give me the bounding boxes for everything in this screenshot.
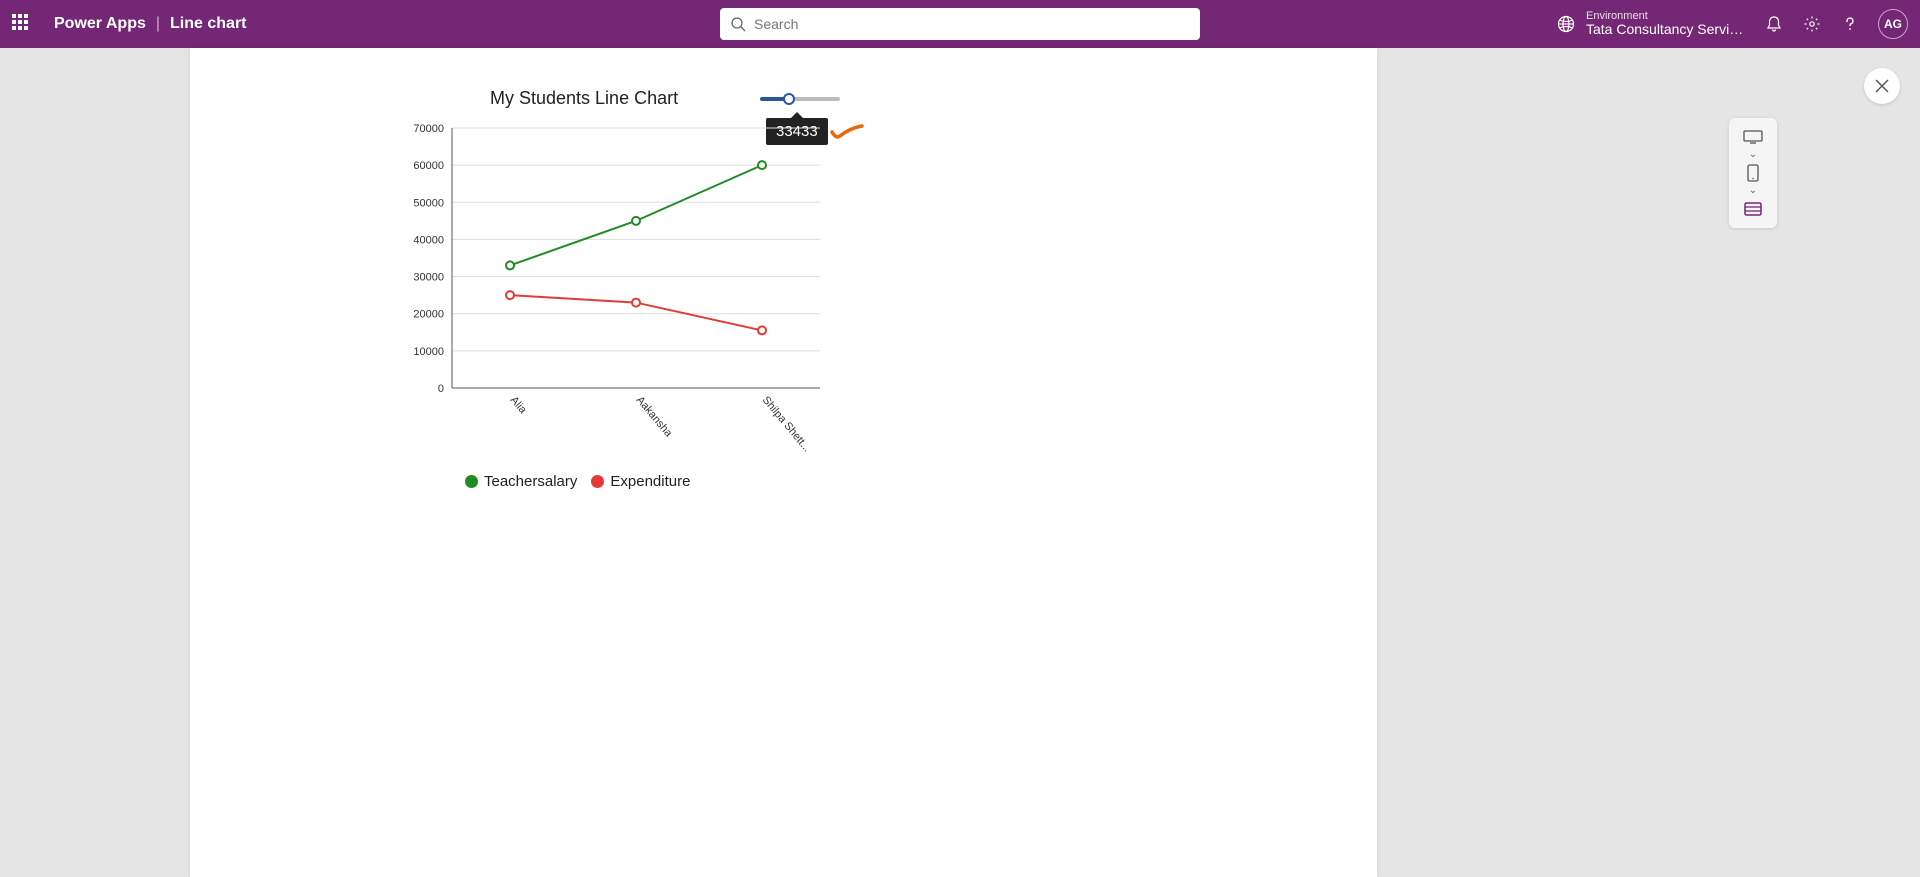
search-input[interactable] [754,16,1190,32]
data-point[interactable] [506,291,514,299]
legend-label: Expenditure [610,473,690,490]
chevron-down-icon[interactable]: ⌄ [1749,186,1757,196]
search-box[interactable] [720,8,1200,40]
y-tick-label: 40000 [413,234,444,246]
legend-swatch [591,475,604,488]
x-tick-label: Shilpa Shett... [760,394,813,454]
search-icon [730,16,746,32]
environment-text: Environment Tata Consultancy Servic... [1586,10,1746,37]
app-header: Power Apps | Line chart Environment Tata… [0,0,1920,48]
checkmark-annotation-icon [830,124,864,147]
legend-swatch [465,475,478,488]
app-name[interactable]: Power Apps [54,15,146,33]
close-preview-button[interactable] [1864,68,1900,104]
device-desktop-button[interactable] [1737,126,1769,148]
y-tick-label: 70000 [413,123,444,135]
y-tick-label: 10000 [413,346,444,358]
device-preview-toolbar: ⌄ ⌄ [1729,118,1777,228]
series-line [510,165,762,265]
environment-icon [1556,14,1576,34]
y-tick-label: 30000 [413,272,444,284]
chevron-down-icon[interactable]: ⌄ [1749,150,1757,160]
notifications-icon[interactable] [1764,14,1784,34]
y-tick-label: 20000 [413,309,444,321]
page-name: Line chart [170,15,246,33]
user-avatar[interactable]: AG [1878,9,1908,39]
chart-title: My Students Line Chart [490,88,678,109]
y-tick-label: 50000 [413,197,444,209]
slider-track-empty [790,97,840,101]
data-point[interactable] [632,217,640,225]
slider-control[interactable] [760,96,840,102]
app-launcher-icon[interactable] [12,14,32,34]
line-chart: 010000200003000040000500006000070000Alia… [452,128,820,388]
x-tick-label: Alia [508,394,530,416]
data-point[interactable] [758,326,766,334]
slider-thumb[interactable] [783,93,795,105]
legend-item[interactable]: Expenditure [591,473,690,490]
environment-label: Environment [1586,10,1746,22]
close-icon [1874,78,1890,94]
help-icon[interactable] [1840,14,1860,34]
legend-label: Teachersalary [484,473,577,490]
y-tick-label: 60000 [413,160,444,172]
app-canvas: My Students Line Chart 33433 01000020000… [190,48,1377,877]
header-right: Environment Tata Consultancy Servic... A… [1556,9,1908,39]
title-separator: | [156,15,160,33]
y-tick-label: 0 [438,383,444,395]
data-point[interactable] [506,261,514,269]
device-mobile-button[interactable] [1737,162,1769,184]
environment-picker[interactable]: Environment Tata Consultancy Servic... [1556,10,1746,37]
settings-icon[interactable] [1802,14,1822,34]
app-title: Power Apps | Line chart [54,15,247,33]
data-point[interactable] [758,161,766,169]
chart-legend: Teachersalary Expenditure [465,473,690,490]
environment-value: Tata Consultancy Servic... [1586,22,1746,37]
avatar-initials: AG [1884,17,1902,31]
search-container [720,8,1200,40]
x-tick-label: Aakansha [634,394,675,440]
preview-stage: My Students Line Chart 33433 01000020000… [0,48,1920,877]
data-point[interactable] [632,299,640,307]
device-fit-button[interactable] [1737,198,1769,220]
legend-item[interactable]: Teachersalary [465,473,577,490]
